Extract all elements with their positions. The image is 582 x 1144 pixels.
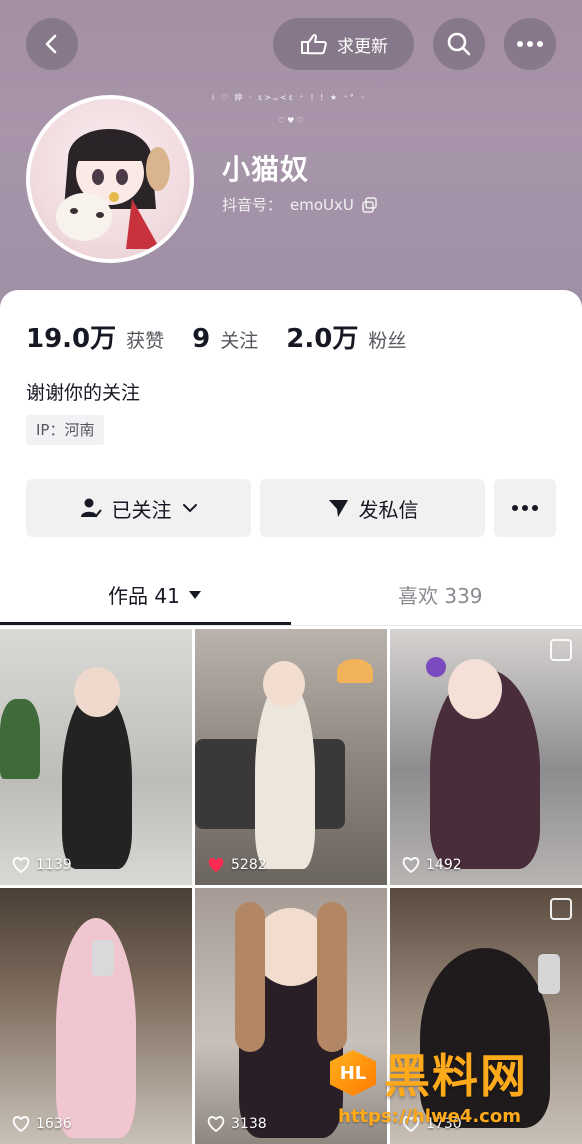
send-message-button[interactable]: 发私信 [260,479,485,537]
tab-divider [0,625,582,626]
watermark-logo: HL [330,1050,376,1096]
video-likes-count: 1139 [36,857,72,873]
watermark-logo-text: HL [339,1062,367,1084]
following-button-label: 已关注 [111,497,172,522]
request-update-label: 求更新 [337,36,388,57]
watermark-brand-row: HL 黑料网 [330,1040,528,1106]
heart-icon [402,857,420,873]
pointing-hand-icon [301,34,327,55]
ip-location-tag: IP：河南 [26,415,105,445]
account-id: emoUxU [290,195,354,214]
decorative-hearts: ♡♥♡ [278,116,306,125]
request-update-button[interactable]: 求更新 [273,18,414,70]
video-likes-count: 5282 [231,857,267,873]
video-tile[interactable]: 5282 [195,629,387,885]
tab-liked[interactable]: 喜欢 339 [398,580,483,609]
heart-icon [12,857,30,873]
chevron-down-icon [182,504,197,513]
person-figure [255,679,315,869]
hair-left [235,902,265,1052]
more-dots-icon [517,41,543,47]
bio-text: 谢谢你的关注 [26,382,141,404]
profile-stats: 19.0万 获赞 9 关注 2.0万 粉丝 [26,318,424,355]
video-likes-count: 3138 [231,1116,267,1132]
account-id-row[interactable]: 抖音号： emoUxU [222,194,378,215]
watermark-url: https://hlwe4.com [338,1106,521,1127]
send-message-label: 发私信 [358,497,419,522]
pinned-icon [550,898,572,920]
video-tile[interactable]: 1492 [390,629,582,885]
search-icon [447,32,471,56]
chevron-left-icon [45,34,57,54]
phone-decoration [538,954,560,994]
watermark-text: 黑料网 [384,1049,528,1103]
decorative-kaomoji: i ♡ 婷 · ε>ᴗ<ε ⁺ ! ! ★ ⁺° ◦ [212,93,368,102]
video-likes: 1492 [402,857,462,873]
video-likes: 1139 [12,857,72,873]
tab-liked-label: 喜欢 339 [398,584,483,608]
account-id-label: 抖音号： [222,196,283,214]
video-likes: 3138 [207,1116,267,1132]
video-likes: 5282 [207,857,267,873]
back-button[interactable] [26,18,78,70]
more-actions-button[interactable] [494,479,556,537]
avatar-illustration [56,129,170,249]
avatar[interactable] [26,95,194,263]
tab-works[interactable]: 作品 41 [108,580,202,609]
heart-icon [207,1116,225,1132]
likes-label: 获赞 [126,330,165,352]
phone-decoration [92,940,114,976]
lamp-decoration [337,659,373,683]
face [448,659,502,719]
followers-count[interactable]: 2.0万 [286,318,358,355]
video-tile[interactable]: 1139 [0,629,192,885]
video-likes: 1636 [12,1116,72,1132]
tab-works-label: 作品 41 [108,584,180,608]
following-count[interactable]: 9 [192,324,210,354]
heart-icon [12,1116,30,1132]
heart-filled-icon [208,858,224,872]
following-label[interactable]: 关注 [220,326,258,353]
face-blur [74,667,120,717]
video-likes-count: 1636 [36,1116,72,1132]
user-check-icon [80,498,102,518]
caret-down-icon [188,590,201,599]
video-likes-count: 1492 [426,857,462,873]
face-blur [263,661,305,707]
plant-decoration [0,699,40,779]
more-dots-icon [512,505,538,511]
send-icon [328,500,348,517]
hair-right [317,902,347,1052]
following-button[interactable]: 已关注 [26,479,251,537]
watermark: HL 黑料网 https://hlwe4.com [330,1040,528,1127]
flower-hair-ornament [426,657,446,677]
video-tile[interactable]: 1636 [0,888,192,1144]
followers-label[interactable]: 粉丝 [368,326,406,353]
likes-count: 19.0万 [26,324,117,354]
nickname: 小猫奴 [222,153,310,186]
search-button[interactable] [433,18,485,70]
copy-icon[interactable] [362,196,378,213]
more-options-button[interactable] [504,18,556,70]
pinned-icon [550,639,572,661]
